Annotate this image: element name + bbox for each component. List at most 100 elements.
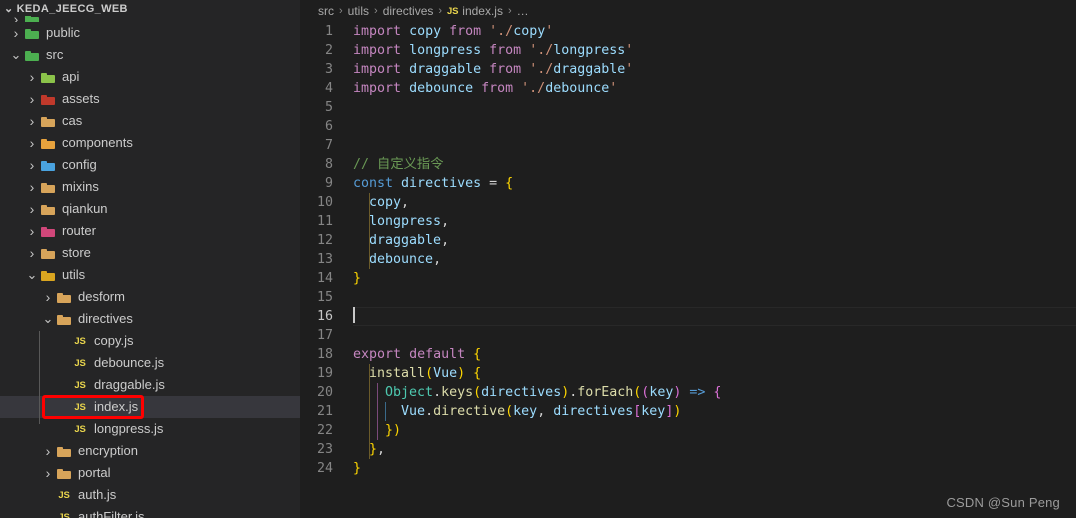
code-line-17[interactable]: 17 [300,326,1076,345]
tree-file-draggable.js[interactable]: JS draggable.js [0,374,300,396]
code-line-1[interactable]: 1 import copy from './copy' [300,22,1076,41]
chevron-down-icon[interactable]: ⌄ [40,312,56,325]
explorer-section-header[interactable]: ⌄ KEDA_JEECG_WEB [0,0,300,17]
tree-folder-mixins[interactable]: › mixins [0,176,300,198]
code-line-9[interactable]: 9 const directives = { [300,174,1076,193]
js-file-icon: JS [447,5,459,17]
chevron-right-icon[interactable]: › [24,246,40,260]
tree-folder-components[interactable]: › components [0,132,300,154]
code-line-7[interactable]: 7 [300,136,1076,155]
folder-icon [40,179,56,195]
code-line-3[interactable]: 3 import draggable from './draggable' [300,60,1076,79]
chevron-right-icon[interactable]: › [40,290,56,304]
chevron-right-icon[interactable]: › [24,136,40,150]
js-file-icon: JS [58,489,70,501]
breadcrumb-item[interactable]: … [517,4,529,18]
tree-folder-store[interactable]: › store [0,242,300,264]
tree-item-label: debounce.js [94,355,165,370]
tree-item-label: auth.js [78,487,117,502]
breadcrumb-item[interactable]: utils [348,4,369,18]
tree-file-index.js[interactable]: JS index.js [0,396,300,418]
code-line-5[interactable]: 5 [300,98,1076,117]
code-line-6[interactable]: 6 [300,117,1076,136]
tree-file-copy.js[interactable]: JS copy.js [0,330,300,352]
code-line-4[interactable]: 4 import debounce from './debounce' [300,79,1076,98]
js-file-icon: JS [74,357,86,369]
code-line-15[interactable]: 15 [300,288,1076,307]
tree-folder-cas[interactable]: › cas [0,110,300,132]
tree-file-longpress.js[interactable]: JS longpress.js [0,418,300,440]
folder-glyph [25,28,39,39]
explorer-sidebar[interactable]: ⌄ KEDA_JEECG_WEB › › public ⌄ src › api › assets… [0,0,300,518]
code-line-14[interactable]: 14} [300,269,1076,288]
chevron-down-icon[interactable]: ⌄ [24,268,40,281]
folder-glyph [57,446,71,457]
folder-icon [56,289,72,305]
tree-folder-encryption[interactable]: › encryption [0,440,300,462]
code-line-8[interactable]: 8 // 自定义指令 [300,155,1076,174]
breadcrumb-item[interactable]: src [318,4,334,18]
code-line-12[interactable]: 12 draggable, [300,231,1076,250]
folder-icon [40,201,56,217]
breadcrumb-separator: › [507,5,512,17]
code-content[interactable]: 1 import copy from './copy' 2 import longpr… [300,22,1076,478]
chevron-down-icon[interactable]: ⌄ [8,48,24,61]
tree-folder-directives[interactable]: ⌄ directives [0,308,300,330]
tree-folder-public[interactable]: › public [0,22,300,44]
chevron-right-icon[interactable]: › [24,92,40,106]
tree-folder-desform[interactable]: › desform [0,286,300,308]
tree-folder-src[interactable]: ⌄ src [0,44,300,66]
code-editor[interactable]: src › utils › directives › JS index.js › … 1 impor… [300,0,1076,518]
tree-file-auth.js[interactable]: JS auth.js [0,484,300,506]
line-source: install(Vue) { [369,366,482,381]
folder-glyph [41,182,55,193]
folder-glyph [41,116,55,127]
chevron-right-icon[interactable]: › [40,444,56,458]
file-tree[interactable]: › › public ⌄ src › api › assets › cas › components › c… [0,16,300,518]
tree-folder-qiankun[interactable]: › qiankun [0,198,300,220]
code-line-13[interactable]: 13 debounce, [300,250,1076,269]
chevron-right-icon[interactable]: › [24,224,40,238]
line-number: 10 [316,195,333,210]
chevron-right-icon[interactable]: › [24,180,40,194]
code-line-11[interactable]: 11 longpress, [300,212,1076,231]
code-line-18[interactable]: 18 export default { [300,345,1076,364]
chevron-right-icon[interactable]: › [24,202,40,216]
code-line-22[interactable]: 22 }) [300,421,1076,440]
chevron-right-icon[interactable]: › [24,114,40,128]
tree-file-debounce.js[interactable]: JS debounce.js [0,352,300,374]
line-source: // 自定义指令 [353,157,444,172]
tree-file-authFilter.js[interactable]: JS authFilter.js [0,506,300,518]
tree-folder-assets[interactable]: › assets [0,88,300,110]
code-line-24[interactable]: 24} [300,459,1076,478]
js-file-icon: JS [58,511,70,518]
code-line-2[interactable]: 2 import longpress from './longpress' [300,41,1076,60]
folder-icon [40,245,56,261]
line-number: 22 [316,423,333,438]
code-line-20[interactable]: 20 Object.keys(directives).forEach((key)… [300,383,1076,402]
code-line-10[interactable]: 10 copy, [300,193,1076,212]
breadcrumb-item[interactable]: directives [383,4,434,18]
chevron-right-icon[interactable]: › [24,70,40,84]
code-line-23[interactable]: 23 }, [300,440,1076,459]
line-number: 2 [324,43,333,58]
folder-glyph [25,50,39,61]
tree-folder-router[interactable]: › router [0,220,300,242]
tree-item-label: config [62,157,97,172]
breadcrumb-item[interactable]: index.js [462,4,503,18]
breadcrumb[interactable]: src › utils › directives › JS index.js ›… [300,0,1076,22]
code-line-16[interactable]: 16 [300,307,1076,326]
tree-item-label: draggable.js [94,377,165,392]
code-line-21[interactable]: 21 Vue.directive(key, directives[key]) [300,402,1076,421]
tree-folder-config[interactable]: › config [0,154,300,176]
tree-folder-api[interactable]: › api [0,66,300,88]
tree-folder-portal[interactable]: › portal [0,462,300,484]
chevron-right-icon[interactable]: › [24,158,40,172]
line-source: longpress, [369,214,450,229]
chevron-right-icon[interactable]: › [8,26,24,40]
chevron-right-icon[interactable]: › [40,466,56,480]
explorer-root-label: KEDA_JEECG_WEB [16,2,128,15]
code-line-19[interactable]: 19 install(Vue) { [300,364,1076,383]
tree-folder-utils[interactable]: ⌄ utils [0,264,300,286]
folder-router-icon [40,223,56,239]
